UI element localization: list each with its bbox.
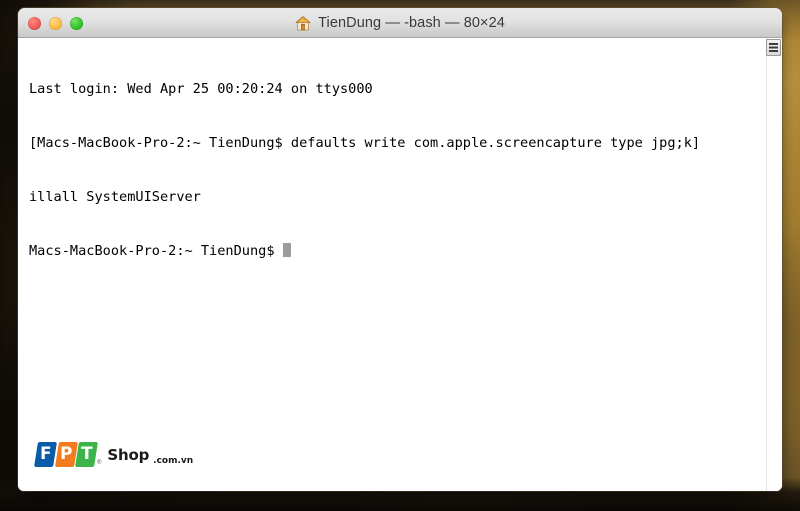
terminal-window[interactable]: TienDung — -bash — 80×24 Last login: Wed… [18,8,782,491]
terminal-line: illall SystemUIServer [29,189,201,205]
home-icon [295,16,311,31]
registered-mark: ® [97,460,102,466]
scrollbar-grip-icon [769,43,778,52]
close-button[interactable] [28,16,41,30]
fpt-letter-f: F [34,442,57,467]
scrollbar-thumb[interactable] [766,39,781,56]
terminal-line: [Macs-MacBook-Pro-2:~ TienDung$ defaults… [29,135,701,151]
fpt-shop-watermark: F P T ® Shop .com.vn [34,442,194,467]
terminal-cursor [282,243,291,257]
minimize-button[interactable] [49,16,62,30]
fpt-shop-text: Shop [107,445,150,464]
fpt-letter-p: P [54,442,78,467]
fpt-domain-text: .com.vn [153,456,194,466]
terminal-line: Last login: Wed Apr 25 00:20:24 on ttys0… [29,81,373,97]
terminal-output: Last login: Wed Apr 25 00:20:24 on ttys0… [29,44,760,296]
window-title-text: TienDung — -bash — 80×24 [318,15,505,31]
window-controls [28,8,83,38]
fpt-letter-marks: F P T ® [34,442,102,467]
zoom-button[interactable] [70,16,83,30]
vertical-scrollbar[interactable] [766,38,782,491]
terminal-prompt-line: Macs-MacBook-Pro-2:~ TienDung$ [29,242,760,260]
fpt-letter-t: T [75,442,98,467]
window-title-group: TienDung — -bash — 80×24 [18,8,782,38]
window-titlebar[interactable]: TienDung — -bash — 80×24 [18,8,782,38]
terminal-content-area[interactable]: Last login: Wed Apr 25 00:20:24 on ttys0… [18,38,782,491]
terminal-prompt-text: Macs-MacBook-Pro-2:~ TienDung$ [29,243,283,259]
